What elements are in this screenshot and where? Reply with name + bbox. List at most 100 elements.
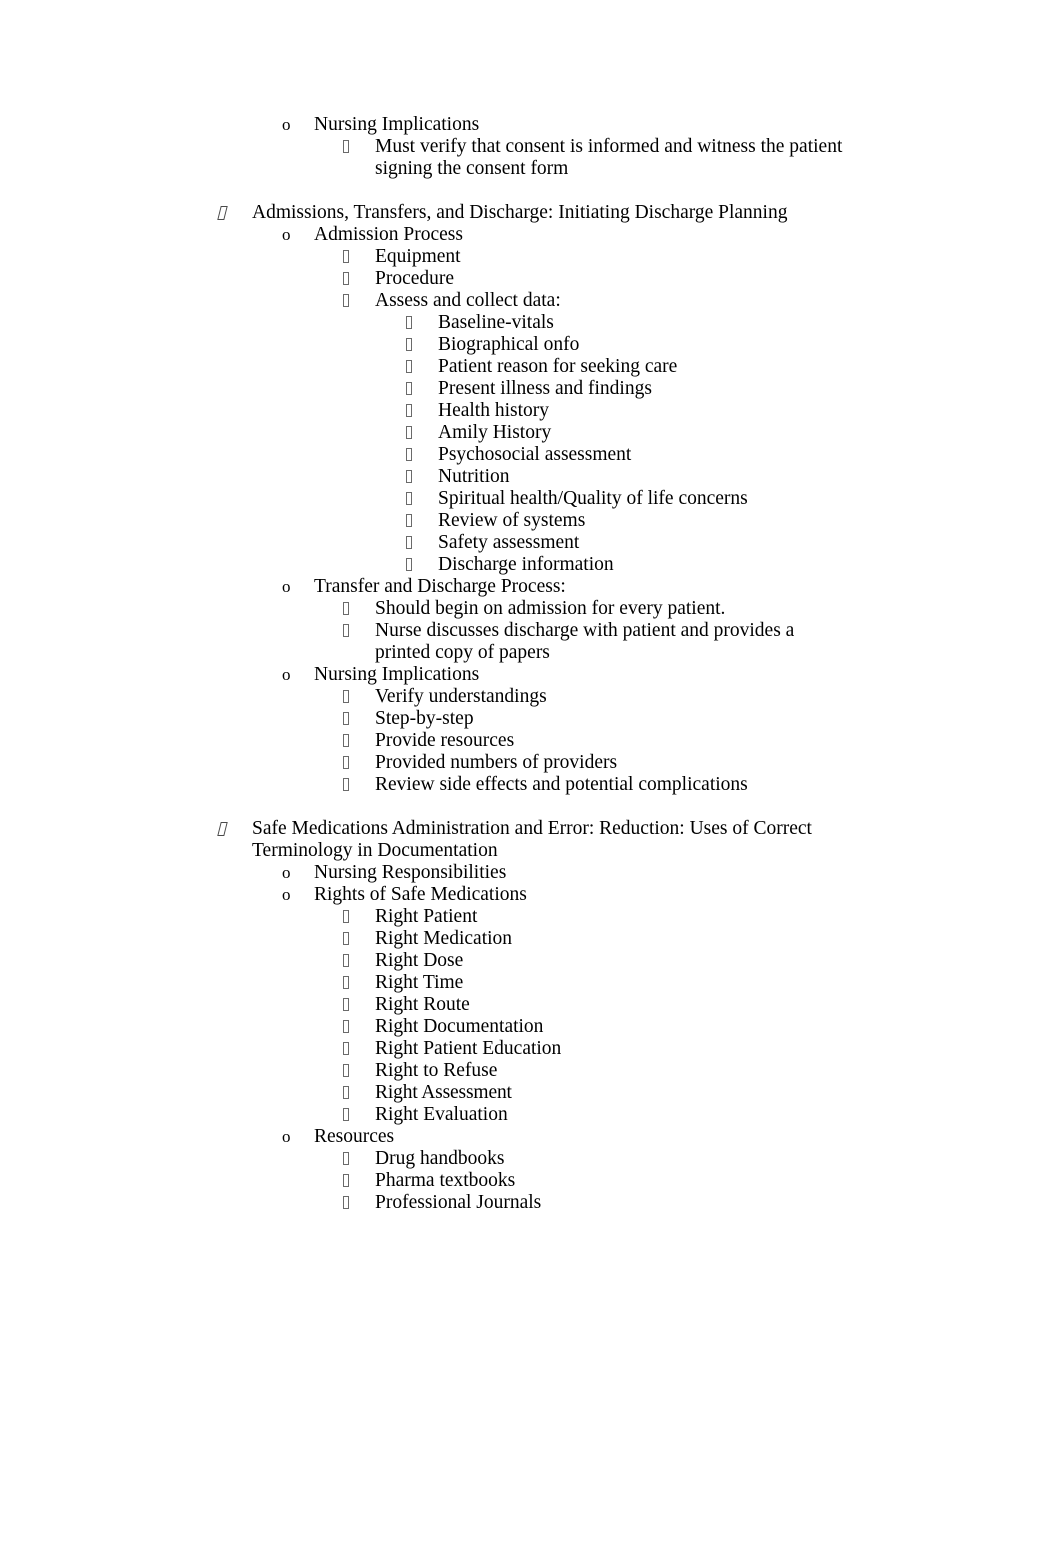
bullet-marker-box-icon bbox=[343, 774, 349, 796]
bullet-marker-box-icon bbox=[406, 334, 412, 356]
missing-glyph-box-icon bbox=[343, 624, 349, 637]
missing-glyph-box-icon bbox=[343, 778, 349, 791]
outline-item-level-3: Procedure bbox=[0, 268, 1062, 290]
bullet-marker-box-icon bbox=[343, 708, 349, 730]
bullet-marker-box-icon bbox=[343, 1170, 349, 1192]
bullet-marker-box-icon bbox=[406, 532, 412, 554]
missing-glyph-box-icon bbox=[343, 294, 349, 307]
missing-glyph-box-icon bbox=[343, 1108, 349, 1121]
missing-glyph-box-icon bbox=[406, 492, 412, 505]
outline-item-text: Verify understandings bbox=[375, 686, 547, 707]
bullet-marker-box-icon bbox=[343, 1192, 349, 1214]
bullet-marker-box-icon bbox=[343, 686, 349, 708]
missing-glyph-box-icon bbox=[343, 272, 349, 285]
outline-item-level-3: Assess and collect data: bbox=[0, 290, 1062, 312]
bullet-marker-box-icon bbox=[343, 1016, 349, 1038]
outline-list: o Nursing Implications Must verify that co… bbox=[0, 114, 1062, 1214]
missing-glyph-box-icon bbox=[343, 756, 349, 769]
missing-glyph-box-icon bbox=[343, 734, 349, 747]
bullet-marker-box-icon bbox=[406, 444, 412, 466]
outline-item-text: Right Evaluation bbox=[375, 1104, 508, 1125]
bullet-marker-box-icon bbox=[343, 950, 349, 972]
bullet-marker-box-icon bbox=[343, 1082, 349, 1104]
bullet-marker-box-icon bbox=[343, 994, 349, 1016]
outline-item-level-3: Right Documentation bbox=[0, 1016, 1062, 1038]
bullet-marker-o-icon: o bbox=[282, 885, 291, 904]
bullet-marker-box-icon bbox=[406, 378, 412, 400]
outline-item-text: Spiritual health/Quality of life concern… bbox=[438, 488, 748, 509]
outline-item-level-2: o Nursing Implications bbox=[0, 664, 1062, 686]
bullet-marker-box-icon bbox=[343, 1038, 349, 1060]
outline-item-text: Rights of Safe Medications bbox=[314, 884, 527, 905]
outline-item-text: Admission Process bbox=[314, 224, 463, 245]
outline-item-text: Pharma textbooks bbox=[375, 1170, 516, 1191]
missing-glyph-box-icon bbox=[343, 250, 349, 263]
outline-item-text: Review side effects and potential compli… bbox=[375, 774, 748, 795]
missing-glyph-box-icon bbox=[343, 1174, 349, 1187]
bullet-marker-o-icon: o bbox=[282, 225, 291, 244]
outline-item-level-1: Admissions, Transfers, and Discharge: In… bbox=[0, 202, 1062, 224]
outline-item-text: Right Documentation bbox=[375, 1016, 544, 1037]
bullet-marker-box-icon bbox=[343, 1104, 349, 1126]
outline-item-text: Should begin on admission for every pati… bbox=[375, 598, 726, 619]
missing-glyph-box-icon bbox=[343, 712, 349, 725]
outline-item-level-4: Health history bbox=[0, 400, 1062, 422]
bullet-marker-o-icon: o bbox=[282, 1127, 291, 1146]
outline-item-level-4: Biographical onfo bbox=[0, 334, 1062, 356]
outline-item-level-3: Must verify that consent is informed and… bbox=[0, 136, 1062, 180]
missing-glyph-box-icon bbox=[406, 536, 412, 549]
outline-item-text: Right Patient bbox=[375, 906, 478, 927]
outline-item-text: Right Patient Education bbox=[375, 1038, 562, 1059]
bullet-marker-box-icon bbox=[406, 510, 412, 532]
missing-glyph-box-icon bbox=[406, 558, 412, 571]
bullet-marker-box-icon bbox=[406, 466, 412, 488]
bullet-marker-o-icon: o bbox=[282, 665, 291, 684]
outline-item-text: Provided numbers of providers bbox=[375, 752, 618, 773]
outline-item-text: Right to Refuse bbox=[375, 1060, 498, 1081]
bullet-marker-box-icon bbox=[343, 1148, 349, 1170]
outline-item-level-3: Should begin on admission for every pati… bbox=[0, 598, 1062, 620]
outline-item-level-3: Right Patient Education bbox=[0, 1038, 1062, 1060]
outline-item-level-3: Provided numbers of providers bbox=[0, 752, 1062, 774]
outline-item-text: Baseline-vitals bbox=[438, 312, 554, 333]
outline-item-text: Nutrition bbox=[438, 466, 510, 487]
bullet-marker-box-icon bbox=[343, 1060, 349, 1082]
bullet-marker-o-icon: o bbox=[282, 863, 291, 882]
outline-item-level-3: Right to Refuse bbox=[0, 1060, 1062, 1082]
outline-item-level-3: Right Dose bbox=[0, 950, 1062, 972]
outline-item-level-4: Patient reason for seeking care bbox=[0, 356, 1062, 378]
outline-item-level-2: o Rights of Safe Medications bbox=[0, 884, 1062, 906]
outline-item-level-2: o Nursing Responsibilities bbox=[0, 862, 1062, 884]
bullet-marker-box-icon bbox=[343, 730, 349, 752]
outline-item-level-4: Spiritual health/Quality of life concern… bbox=[0, 488, 1062, 510]
outline-item-text: Biographical onfo bbox=[438, 334, 580, 355]
missing-glyph-box-icon bbox=[343, 140, 349, 153]
missing-glyph-box-icon bbox=[406, 338, 412, 351]
missing-glyph-box-icon bbox=[406, 514, 412, 527]
outline-item-text: Safety assessment bbox=[438, 532, 580, 553]
bullet-marker-box-icon bbox=[406, 312, 412, 334]
outline-item-level-4: Safety assessment bbox=[0, 532, 1062, 554]
outline-item-text: Present illness and findings bbox=[438, 378, 652, 399]
missing-glyph-box-icon bbox=[343, 1086, 349, 1099]
missing-glyph-box-icon bbox=[343, 1020, 349, 1033]
bullet-marker-box-icon bbox=[343, 290, 349, 312]
missing-glyph-box-icon bbox=[343, 1152, 349, 1165]
outline-item-level-3: Provide resources bbox=[0, 730, 1062, 752]
outline-item-text: Right Assessment bbox=[375, 1082, 512, 1103]
bullet-marker-box-icon bbox=[343, 246, 349, 268]
outline-item-level-4: Baseline-vitals bbox=[0, 312, 1062, 334]
outline-item-level-4: Review of systems bbox=[0, 510, 1062, 532]
missing-glyph-box-icon bbox=[343, 602, 349, 615]
missing-glyph-box-icon bbox=[343, 1196, 349, 1209]
missing-glyph-box-icon bbox=[343, 910, 349, 923]
outline-item-text: Nursing Implications bbox=[314, 664, 480, 685]
outline-item-text: Equipment bbox=[375, 246, 461, 267]
outline-item-text: Procedure bbox=[375, 268, 455, 289]
outline-item-level-3: Nurse discusses discharge with patient a… bbox=[0, 620, 1062, 664]
outline-item-text: Professional Journals bbox=[375, 1192, 542, 1213]
bullet-marker-box-icon bbox=[343, 136, 349, 158]
outline-item-level-4: Amily History bbox=[0, 422, 1062, 444]
bullet-marker-box-icon bbox=[343, 928, 349, 950]
outline-item-level-3: Equipment bbox=[0, 246, 1062, 268]
